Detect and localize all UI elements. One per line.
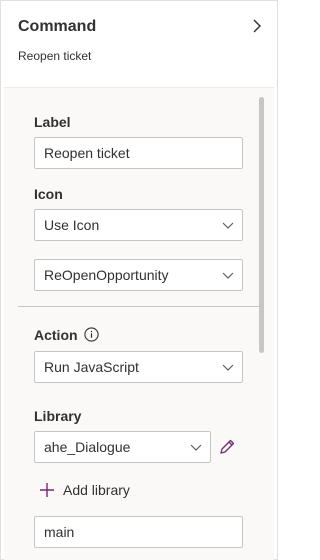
chevron-down-icon [190, 444, 202, 451]
chevron-down-icon [222, 222, 234, 229]
add-library-button[interactable]: Add library [39, 479, 130, 501]
icon-field-label: Icon [34, 186, 63, 202]
icon-name-select[interactable]: ReOpenOpportunity [34, 259, 243, 291]
section-divider [18, 306, 260, 307]
chevron-right-icon[interactable] [249, 18, 265, 34]
action-field-label: Action [34, 327, 78, 343]
chevron-down-icon [222, 364, 234, 371]
action-value: Run JavaScript [44, 359, 139, 375]
icon-name-value: ReOpenOpportunity [44, 267, 169, 283]
panel-title: Command [18, 18, 97, 35]
icon-mode-select[interactable]: Use Icon [34, 209, 243, 241]
label-field-label: Label [34, 114, 71, 130]
panel-subtitle: Reopen ticket [18, 49, 92, 63]
function-name-input[interactable] [34, 516, 243, 548]
chevron-down-icon [222, 272, 234, 279]
command-panel: Command Reopen ticket Label Icon Use Ico… [0, 0, 278, 560]
library-select[interactable]: ahe_Dialogue [34, 431, 211, 463]
plus-icon [40, 483, 54, 497]
library-field-label: Library [34, 408, 82, 424]
label-input[interactable] [34, 137, 243, 169]
action-select[interactable]: Run JavaScript [34, 351, 243, 383]
info-icon[interactable] [84, 327, 99, 342]
icon-mode-value: Use Icon [44, 217, 100, 233]
library-value: ahe_Dialogue [44, 439, 131, 455]
scrollbar[interactable] [259, 97, 264, 353]
add-library-label: Add library [63, 482, 130, 498]
pencil-icon[interactable] [218, 438, 236, 456]
panel-header: Command Reopen ticket [1, 1, 279, 81]
